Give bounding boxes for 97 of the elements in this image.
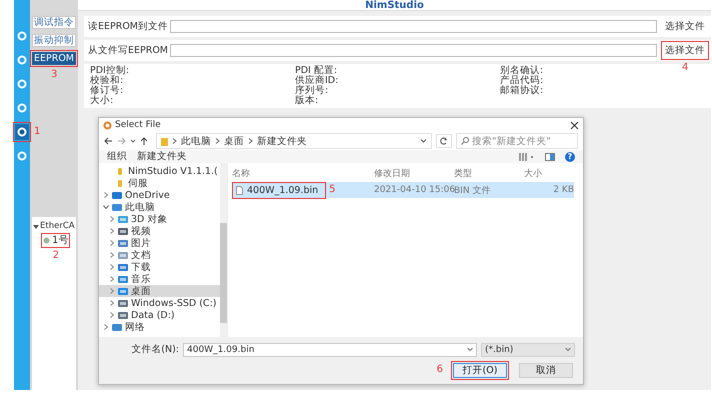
annotation-number: 3 — [51, 70, 58, 80]
circle-icon — [17, 151, 27, 161]
view-options-icon[interactable] — [519, 152, 535, 161]
circle-icon — [17, 79, 27, 89]
column-header[interactable]: 名称 — [232, 166, 374, 180]
expand-chevron-icon[interactable] — [103, 324, 109, 330]
file-type-dropdown[interactable]: (*.bin) — [481, 342, 575, 357]
field-label: 从文件写EEPROM — [88, 44, 166, 57]
nav-item[interactable]: Data (D:) — [99, 309, 220, 322]
nav-item[interactable]: 音乐 — [99, 273, 220, 286]
file-row[interactable]: 400W_1.09.bin 5 2021-04-10 15:06BIN 文件 2 KB — [232, 182, 574, 198]
address-bar[interactable]: 此电脑 桌面 新建文件夹 — [156, 133, 432, 150]
field-label: 读EEPROM到文件 — [88, 20, 166, 33]
circle-icon — [17, 31, 27, 41]
nav-item[interactable]: 下载 — [99, 261, 220, 274]
nav-button[interactable]: EEPROM — [32, 52, 76, 65]
search-field[interactable]: 搜索"新建文件夹" — [456, 133, 578, 150]
app-logo-icon — [103, 120, 112, 130]
chevron-down-icon — [467, 347, 473, 352]
expand-chevron-icon[interactable] — [103, 204, 109, 210]
chevron-right-icon — [172, 138, 177, 144]
info-label: 邮箱协议: — [500, 86, 544, 96]
nav-button[interactable]: 调试指令 — [32, 16, 76, 29]
folder-icon — [161, 136, 168, 146]
back-arrow-icon[interactable] — [104, 137, 113, 146]
nav-item[interactable]: 伺服 — [99, 177, 220, 190]
expand-caret-icon[interactable] — [33, 224, 39, 230]
up-arrow-icon[interactable] — [140, 137, 148, 146]
breadcrumb-item[interactable]: 新建文件夹 — [257, 134, 307, 148]
dialog-title: Select File — [115, 120, 162, 130]
nav-item[interactable]: NimStudio V1.1.1.( — [99, 165, 220, 178]
dialog-button[interactable]: 打开(O) — [453, 362, 507, 378]
nav-item[interactable]: 视频 — [99, 225, 220, 238]
nav-item[interactable]: 网络 — [99, 321, 220, 334]
chevron-right-icon — [215, 138, 220, 144]
column-header[interactable]: 类型 — [454, 166, 524, 180]
tree-node[interactable]: 1号 — [52, 235, 68, 246]
info-label: 别名确认: — [500, 66, 544, 76]
nav-item[interactable]: 3D 对象 — [99, 213, 220, 226]
help-icon[interactable]: ? — [565, 152, 575, 162]
file-name-field[interactable]: 400W_1.09.bin — [183, 342, 477, 357]
info-label: 产品代码: — [500, 76, 544, 86]
table-cell-text: 2 KB — [552, 185, 574, 196]
info-label: 供应商ID: — [295, 76, 338, 86]
refresh-button[interactable] — [436, 134, 452, 148]
search-icon — [461, 137, 469, 146]
nav-item[interactable]: OneDrive — [99, 189, 220, 202]
circle-icon — [17, 103, 27, 113]
scrollbar-thumb[interactable] — [220, 223, 227, 323]
info-label: 大小: — [90, 96, 114, 106]
organize-menu-button[interactable]: 组织 — [107, 151, 127, 162]
annotation-number: 6 — [436, 365, 443, 376]
dialog-button[interactable]: 取消 — [519, 362, 573, 378]
file-path-field[interactable] — [170, 20, 657, 33]
annotation-number: 1 — [34, 127, 40, 137]
chevron-right-icon — [248, 138, 253, 144]
info-label: 版本: — [295, 96, 318, 106]
annotation-number: 2 — [52, 251, 60, 261]
file-path-field[interactable] — [170, 44, 657, 57]
circle-icon — [17, 127, 27, 137]
annotation-number: 4 — [682, 63, 688, 73]
info-label: PDI 配置: — [295, 66, 338, 76]
column-header[interactable]: 修改日期 — [374, 166, 454, 180]
annotation-number: 5 — [329, 185, 336, 196]
nav-item[interactable]: 桌面 — [99, 285, 220, 298]
refresh-icon — [440, 137, 448, 146]
window-title: NimStudio — [365, 0, 424, 10]
chevron-down-icon[interactable] — [420, 138, 427, 144]
file-name: 400W_1.09.bin — [247, 184, 318, 196]
nav-item[interactable]: 图片 — [99, 237, 220, 250]
table-cell: 2021-04-10 15:06 — [374, 185, 454, 196]
tree-node[interactable]: EtherCA — [40, 221, 75, 232]
info-label: 校验和: — [90, 76, 124, 86]
preview-pane-icon[interactable] — [545, 152, 555, 161]
desktop-icon — [118, 286, 128, 296]
column-header[interactable]: 大小 — [524, 166, 574, 180]
info-label: PDI控制: — [90, 66, 130, 76]
info-label: 修订号: — [90, 86, 124, 96]
expand-chevron-icon[interactable] — [103, 192, 109, 198]
file-icon — [236, 186, 243, 195]
chevron-down-icon[interactable] — [130, 137, 136, 146]
breadcrumb-item[interactable]: 此电脑 — [181, 134, 211, 148]
new-folder-button[interactable]: 新建文件夹 — [137, 151, 187, 162]
table-cell-text: BIN 文件 — [454, 186, 492, 197]
status-dot-icon — [43, 237, 50, 244]
field-label: 文件名(N): — [131, 343, 179, 356]
nav-item[interactable]: 此电脑 — [99, 201, 220, 214]
circle-icon — [17, 55, 27, 65]
nav-item[interactable]: 文档 — [99, 249, 220, 262]
nav-item[interactable]: Windows-SSD (C:) — [99, 297, 220, 310]
chevron-down-icon — [565, 347, 571, 352]
scrollbar[interactable] — [220, 163, 227, 337]
breadcrumb-item[interactable]: 桌面 — [224, 134, 244, 148]
close-icon[interactable] — [570, 120, 579, 130]
forward-arrow-icon[interactable] — [117, 137, 126, 146]
nav-button[interactable]: 振动抑制 — [32, 34, 76, 47]
info-label: 序列号: — [295, 86, 328, 96]
